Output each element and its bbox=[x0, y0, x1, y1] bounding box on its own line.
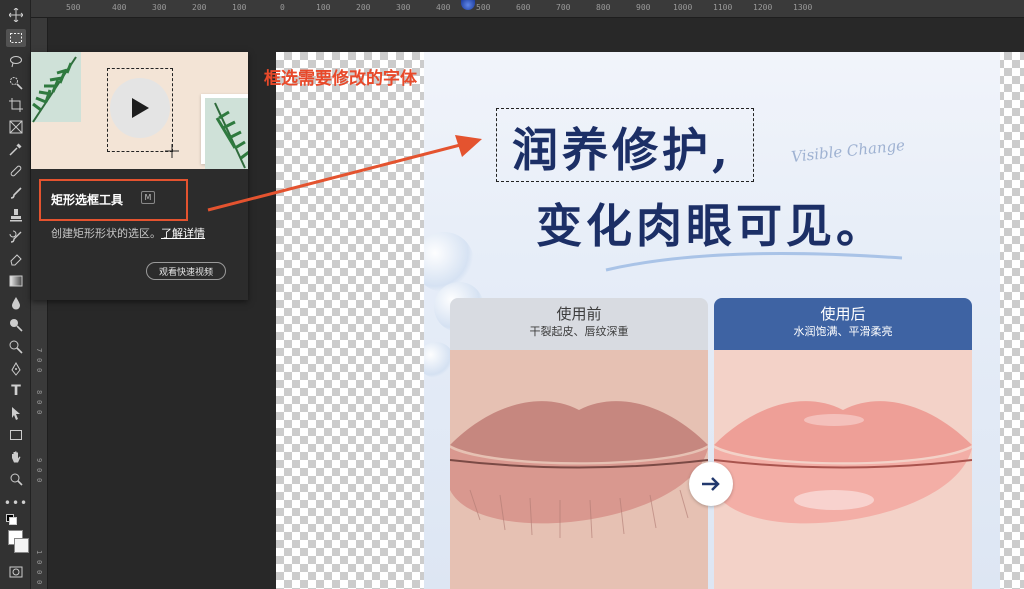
play-button[interactable] bbox=[110, 78, 170, 138]
eyedropper-icon[interactable] bbox=[6, 140, 26, 158]
tool-name: 矩形选框工具 bbox=[51, 193, 124, 207]
before-card-header: 使用前 干裂起皮、唇纹深重 bbox=[450, 298, 708, 350]
ruler-label: 0 bbox=[35, 400, 43, 405]
ruler-label: 1300 bbox=[793, 3, 813, 12]
zoom-lens-icon[interactable] bbox=[6, 338, 26, 356]
healing-icon[interactable] bbox=[6, 162, 26, 180]
after-subtitle: 水润饱满、平滑柔亮 bbox=[793, 325, 893, 338]
learn-more-link[interactable]: 了解详情 bbox=[161, 227, 205, 240]
annotation-label: 框选需要修改的字体 bbox=[264, 69, 417, 89]
before-lips-image bbox=[450, 350, 708, 589]
description-text: 创建矩形形状的选区。 bbox=[51, 227, 161, 240]
horizontal-ruler: 500 400 300 200 100 0 100 200 300 400 50… bbox=[31, 0, 1024, 18]
before-card: 使用前 干裂起皮、唇纹深重 bbox=[450, 298, 708, 589]
after-title: 使用后 bbox=[820, 305, 866, 323]
zoom-icon[interactable] bbox=[6, 470, 26, 488]
history-brush-icon[interactable] bbox=[6, 228, 26, 246]
dodge-icon[interactable] bbox=[6, 316, 26, 334]
rectangle-icon[interactable] bbox=[6, 426, 26, 444]
tools-panel: T ••• bbox=[0, 0, 31, 589]
ruler-label: 0 bbox=[280, 3, 285, 12]
compare-arrow-icon bbox=[689, 462, 733, 506]
after-lips-illustration bbox=[714, 350, 972, 589]
photoshop-window: { "tooltip": { "tool_name": "矩形选框工具", "s… bbox=[0, 0, 1024, 589]
ruler-label: 100 bbox=[316, 3, 331, 12]
script-subtitle: Visible Change bbox=[790, 136, 906, 166]
after-card-header: 使用后 水润饱满、平滑柔亮 bbox=[714, 298, 972, 350]
ruler-label: 200 bbox=[192, 3, 207, 12]
before-lips-illustration bbox=[450, 350, 708, 589]
ruler-label: 0 bbox=[35, 468, 43, 473]
path-select-icon[interactable] bbox=[6, 404, 26, 422]
palm-leaf-image bbox=[31, 52, 81, 123]
ruler-label: 700 bbox=[556, 3, 571, 12]
crop-icon[interactable] bbox=[6, 96, 26, 114]
quick-mask-icon[interactable] bbox=[6, 563, 26, 581]
ruler-label: 0 bbox=[35, 560, 43, 565]
ruler-label: 900 bbox=[636, 3, 651, 12]
after-lips-image bbox=[714, 350, 972, 589]
ruler-label: 8 bbox=[35, 390, 43, 395]
ruler-label: 1100 bbox=[713, 3, 733, 12]
play-icon bbox=[132, 98, 149, 118]
ruler-label: 100 bbox=[232, 3, 247, 12]
blur-icon[interactable] bbox=[6, 294, 26, 312]
quick-select-icon[interactable] bbox=[6, 74, 26, 92]
text-selection-marquee[interactable] bbox=[496, 108, 754, 182]
ruler-label: 7 bbox=[35, 348, 43, 353]
ruler-label: 0 bbox=[35, 570, 43, 575]
poster-artboard[interactable]: 润养修护, 变化肉眼可见。 Visible Change 使用前 干裂起皮、唇纹… bbox=[424, 52, 1000, 589]
color-swatch-icon[interactable] bbox=[4, 514, 29, 556]
hand-icon[interactable] bbox=[6, 448, 26, 466]
ruler-label: 0 bbox=[35, 410, 43, 415]
ruler-label: 300 bbox=[396, 3, 411, 12]
ruler-label: 0 bbox=[35, 478, 43, 483]
lasso-icon[interactable] bbox=[6, 52, 26, 70]
origin-marker-icon bbox=[461, 0, 475, 10]
ruler-label: 200 bbox=[356, 3, 371, 12]
ruler-label: 1 bbox=[35, 550, 43, 555]
ruler-label: 500 bbox=[476, 3, 491, 12]
before-title: 使用前 bbox=[556, 305, 602, 323]
stamp-icon[interactable] bbox=[6, 206, 26, 224]
annotation-arrow bbox=[207, 135, 482, 212]
eraser-icon[interactable] bbox=[6, 250, 26, 268]
frame-icon[interactable] bbox=[6, 118, 26, 136]
more-icon[interactable]: ••• bbox=[4, 494, 27, 512]
shortcut-badge: M bbox=[141, 191, 155, 204]
brush-icon[interactable] bbox=[6, 184, 26, 202]
ruler-label: 800 bbox=[596, 3, 611, 12]
move-icon[interactable] bbox=[6, 6, 26, 24]
ruler-label: 0 bbox=[35, 368, 43, 373]
tool-description: 创建矩形形状的选区。了解详情 bbox=[51, 225, 205, 241]
ruler-label: 500 bbox=[66, 3, 81, 12]
after-card: 使用后 水润饱满、平滑柔亮 bbox=[714, 298, 972, 589]
ruler-label: 300 bbox=[152, 3, 167, 12]
before-subtitle: 干裂起皮、唇纹深重 bbox=[529, 325, 629, 338]
pen-icon[interactable] bbox=[6, 360, 26, 378]
gradient-icon[interactable] bbox=[6, 272, 26, 290]
ruler-label: 600 bbox=[516, 3, 531, 12]
type-icon[interactable]: T bbox=[6, 382, 26, 400]
headline-line-2[interactable]: 变化肉眼可见。 bbox=[536, 190, 886, 256]
ruler-label: 0 bbox=[35, 580, 43, 585]
ruler-label: 0 bbox=[35, 358, 43, 363]
brush-swoosh bbox=[605, 252, 903, 272]
ruler-label: 400 bbox=[436, 3, 451, 12]
ruler-label: 9 bbox=[35, 458, 43, 463]
ruler-label: 1200 bbox=[753, 3, 773, 12]
marquee-icon[interactable] bbox=[6, 29, 26, 47]
ruler-label: 1000 bbox=[673, 3, 693, 12]
watch-video-button[interactable]: 观看快速视频 bbox=[146, 262, 226, 280]
ruler-label: 400 bbox=[112, 3, 127, 12]
crosshair-cursor-icon bbox=[165, 144, 179, 158]
